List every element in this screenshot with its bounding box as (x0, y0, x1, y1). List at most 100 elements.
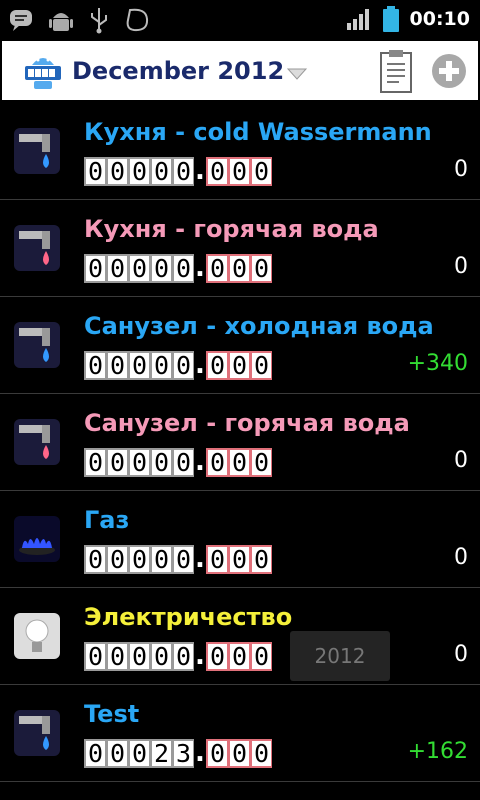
counter-decimal-digit: 0 (250, 351, 272, 380)
meter-title: Кухня - горячая вода (84, 215, 379, 243)
counter-digit: 0 (128, 448, 150, 477)
meter-title: Санузел - холодная вода (84, 312, 434, 340)
meter-title: Газ (84, 506, 130, 534)
meter-delta: +340 (407, 351, 468, 376)
counter-digit: 0 (106, 739, 128, 768)
meter-title: Кухня - cold Wassermann (84, 118, 432, 146)
counter-digit: 0 (150, 642, 172, 671)
status-bar: 00:10 (0, 0, 480, 40)
battery-icon (382, 6, 399, 32)
meter-list: Кухня - cold Wassermann 0 0 0 0 0. 0 0 0 0 Кухня -… (0, 103, 480, 782)
meter-counter: 00000.000 (84, 642, 272, 671)
counter-digit: 0 (150, 157, 172, 186)
meter-delta: 0 (454, 642, 468, 667)
counter-digit: 0 (84, 739, 106, 768)
meter-row[interactable]: Санузел - горячая вода 0 0 0 0 0. 0 0 0 0 (0, 394, 480, 491)
counter-decimal-digit: 0 (250, 448, 272, 477)
counter-decimal-digit: 0 (228, 545, 250, 574)
counter-digit: 0 (84, 545, 106, 574)
decimal-point: . (195, 350, 205, 380)
month-selector[interactable]: December 2012 (72, 41, 308, 100)
counter-decimal-digit: 0 (206, 739, 228, 768)
counter-digit: 0 (172, 448, 194, 477)
meter-counter: 00000.000 (84, 351, 272, 380)
counter-digit: 0 (172, 351, 194, 380)
counter-digit: 0 (150, 448, 172, 477)
counter-decimal-digit: 0 (250, 157, 272, 186)
notification-icons (8, 6, 150, 34)
decimal-point: . (195, 544, 205, 574)
chat-icon (10, 10, 32, 31)
counter-decimal-digit: 0 (206, 448, 228, 477)
signal-icon (346, 9, 369, 30)
gas-flame-icon (14, 516, 60, 562)
counter-decimal-digit: 0 (228, 254, 250, 283)
meter-row[interactable]: Газ 0 0 0 0 0. 0 0 0 0 (0, 491, 480, 588)
meter-title: Test (84, 700, 140, 728)
counter-digit: 0 (128, 642, 150, 671)
toast-overlay: 2012 (290, 631, 390, 681)
counter-digit: 0 (84, 351, 106, 380)
meter-delta: 0 (454, 254, 468, 279)
counter-digit: 0 (172, 545, 194, 574)
faucet-cold-icon (14, 322, 60, 368)
meter-row[interactable]: Кухня - горячая вода 0 0 0 0 0. 0 0 0 0 (0, 200, 480, 297)
meter-counter: 00023.000 (84, 739, 272, 768)
faucet-cold-icon (14, 128, 60, 174)
meter-delta: 0 (454, 157, 468, 182)
counter-digit: 0 (128, 254, 150, 283)
meter-title: Санузел - горячая вода (84, 409, 410, 437)
meter-counter: 00000.000 (84, 448, 272, 477)
android-debug-icon (49, 13, 73, 31)
counter-decimal-digit: 0 (206, 545, 228, 574)
meter-delta: 0 (454, 448, 468, 473)
meter-delta: 0 (454, 545, 468, 570)
meter-row[interactable]: Кухня - cold Wassermann 0 0 0 0 0. 0 0 0 0 (0, 103, 480, 200)
faucet-hot-icon (14, 225, 60, 271)
clock: 00:10 (409, 8, 470, 30)
meter-counter: 00000.000 (84, 545, 272, 574)
action-bar: December 2012 (2, 41, 478, 100)
meter-counter: 00000.000 (84, 254, 272, 283)
meter-counter: 00000.000 (84, 157, 272, 186)
add-icon[interactable] (431, 53, 467, 89)
counter-decimal-digit: 0 (250, 739, 272, 768)
counter-digit: 0 (128, 351, 150, 380)
meter-row[interactable]: Test 0 0 0 2 3. 0 0 0 +162 (0, 685, 480, 782)
counter-decimal-digit: 0 (228, 448, 250, 477)
counter-digit: 0 (172, 254, 194, 283)
counter-digit: 0 (106, 448, 128, 477)
counter-digit: 0 (106, 157, 128, 186)
counter-digit: 0 (106, 545, 128, 574)
counter-decimal-digit: 0 (250, 642, 272, 671)
tag-icon (126, 8, 149, 32)
counter-decimal-digit: 0 (206, 642, 228, 671)
counter-digit: 3 (172, 739, 194, 768)
usb-icon (91, 8, 107, 34)
meter-row[interactable]: Электричество 0 0 0 0 0. 0 0 0 0 (0, 588, 480, 685)
counter-decimal-digit: 0 (206, 351, 228, 380)
counter-digit: 0 (128, 545, 150, 574)
faucet-cold-icon (14, 710, 60, 756)
counter-decimal-digit: 0 (228, 157, 250, 186)
decimal-point: . (195, 738, 205, 768)
clipboard-icon[interactable] (378, 48, 414, 94)
counter-digit: 0 (106, 254, 128, 283)
counter-decimal-digit: 0 (228, 351, 250, 380)
counter-decimal-digit: 0 (250, 254, 272, 283)
decimal-point: . (195, 641, 205, 671)
counter-decimal-digit: 0 (228, 642, 250, 671)
counter-digit: 0 (150, 545, 172, 574)
counter-digit: 0 (150, 351, 172, 380)
decimal-point: . (195, 253, 205, 283)
counter-digit: 0 (84, 448, 106, 477)
counter-digit: 0 (106, 642, 128, 671)
counter-digit: 0 (84, 254, 106, 283)
meter-delta: +162 (407, 739, 468, 764)
counter-digit: 0 (128, 157, 150, 186)
counter-digit: 2 (150, 739, 172, 768)
dropdown-caret-icon (287, 68, 308, 80)
counter-digit: 0 (84, 157, 106, 186)
counter-decimal-digit: 0 (206, 254, 228, 283)
meter-row[interactable]: Санузел - холодная вода 0 0 0 0 0. 0 0 0 +340 (0, 297, 480, 394)
